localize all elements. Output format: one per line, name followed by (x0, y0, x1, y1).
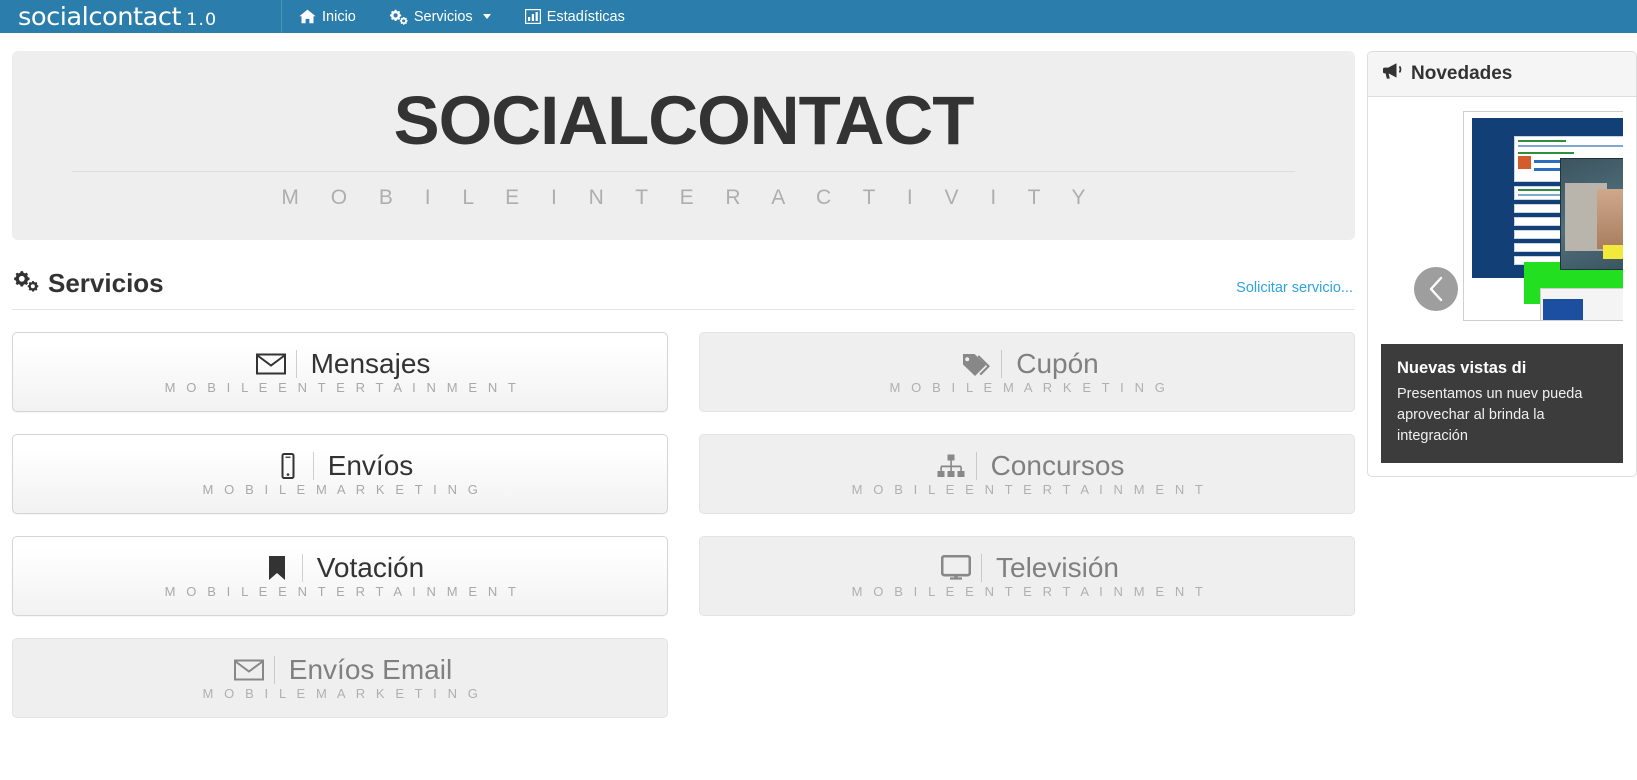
service-card-concursos-label: Concursos (990, 449, 1125, 481)
service-card-divider (295, 349, 297, 378)
nav-item-servicios[interactable]: Servicios (373, 0, 508, 33)
main-content: SOCIALCONTACT M O B I L E I N T E R A C … (0, 33, 1367, 719)
thumbnail-portrait (1597, 189, 1623, 249)
service-card-envios-email-main: Envíos Email (228, 653, 453, 685)
service-card-concursos-category: M O B I L E E N T E R T A I N M E N T (851, 481, 1207, 497)
thumbnail-avatar (1518, 156, 1531, 169)
service-card-votacion-category: M O B I L E E N T E R T A I N M E N T (164, 583, 520, 599)
nav-links: Inicio Servicios Estadísticas (282, 0, 642, 33)
service-card-cupon-main: Cupón (955, 347, 1099, 379)
service-card-concursos[interactable]: Concursos M O B I L E E N T E R T A I N … (699, 434, 1355, 515)
service-card-divider (273, 655, 275, 684)
envelope-icon (228, 659, 270, 681)
sitemap-icon (930, 454, 972, 478)
service-card-divider (975, 451, 977, 480)
service-card-envios-email-category: M O B I L E M A R K E T I N G (202, 685, 482, 701)
sidebar: Novedades Nuevas vistas di Presentamos u… (1367, 33, 1637, 477)
service-card-concursos-main: Concursos (930, 449, 1125, 481)
service-card-divider (312, 451, 314, 480)
service-card-envios-email[interactable]: Envíos Email M O B I L E M A R K E T I N… (12, 638, 668, 719)
service-card-envios-category: M O B I L E M A R K E T I N G (202, 481, 482, 497)
service-card-cupon-label: Cupón (1016, 347, 1099, 379)
page-body: SOCIALCONTACT M O B I L E I N T E R A C … (0, 33, 1637, 719)
news-carousel (1381, 108, 1623, 330)
services-heading-label: Servicios (48, 268, 164, 299)
tags-icon (955, 352, 997, 376)
thumbnail-lower-panel (1540, 288, 1623, 320)
hero-divider (72, 171, 1295, 173)
thumbnail-text-line (1518, 140, 1566, 142)
service-card-television-label: Televisión (996, 551, 1119, 583)
thumbnail-text-line (1518, 145, 1623, 147)
novedades-panel-header: Novedades (1368, 52, 1636, 97)
gears-icon (389, 9, 408, 25)
page-title: SOCIALCONTACT (393, 82, 975, 159)
request-service-link[interactable]: Solicitar servicio... (1236, 280, 1353, 296)
brand-version: 1.0 (186, 10, 218, 30)
service-card-television[interactable]: Televisión M O B I L E E N T E R T A I N… (699, 536, 1355, 617)
service-card-television-main: Televisión (935, 551, 1119, 583)
hero-jumbotron: SOCIALCONTACT M O B I L E I N T E R A C … (12, 51, 1355, 241)
service-card-mensajes-label: Mensajes (310, 347, 431, 379)
chevron-left-icon (1429, 276, 1442, 302)
service-card-envios-label: Envíos (327, 449, 414, 481)
news-item[interactable]: Nuevas vistas di Presentamos un nuev pue… (1381, 344, 1623, 463)
service-card-cupon-category: M O B I L E M A R K E T I N G (889, 379, 1169, 395)
thumbnail-lower-bar (1543, 299, 1583, 320)
thumbnail-text-line (1518, 189, 1562, 191)
desktop-icon (935, 555, 977, 581)
nav-item-inicio[interactable]: Inicio (282, 0, 373, 33)
envelope-icon (250, 353, 292, 375)
services-section-header: Servicios Solicitar servicio... (12, 268, 1355, 311)
service-card-divider (981, 553, 983, 582)
services-heading: Servicios (14, 268, 164, 299)
bullhorn-icon (1382, 62, 1403, 86)
service-card-divider (301, 553, 303, 582)
service-card-votacion[interactable]: Votación M O B I L E E N T E R T A I N M… (12, 536, 668, 617)
news-item-title: Nuevas vistas di (1397, 359, 1527, 377)
carousel-prev-button[interactable] (1414, 267, 1458, 311)
nav-item-estadisticas-label: Estadísticas (546, 8, 625, 25)
nav-item-estadisticas[interactable]: Estadísticas (508, 0, 642, 33)
service-card-television-category: M O B I L E E N T E R T A I N M E N T (851, 583, 1207, 599)
bar-chart-icon (524, 9, 541, 24)
services-grid: Mensajes M O B I L E E N T E R T A I N M… (12, 332, 1355, 719)
thumbnail-text-line (1518, 152, 1574, 154)
service-card-votacion-main: Votación (256, 551, 425, 583)
nav-item-inicio-label: Inicio (322, 8, 356, 25)
bookmark-icon (256, 555, 298, 581)
top-navbar: socialcontact 1.0 Inicio Servicios Estad… (0, 0, 1637, 33)
service-card-mensajes-category: M O B I L E E N T E R T A I N M E N T (164, 379, 520, 395)
service-card-cupon[interactable]: Cupón M O B I L E M A R K E T I N G (699, 332, 1355, 413)
service-card-envios-main: Envíos (267, 449, 414, 481)
services-column-left: Mensajes M O B I L E E N T E R T A I N M… (12, 332, 668, 719)
hero-subtitle: M O B I L E I N T E R A C T I V I T Y (281, 186, 1099, 210)
news-carousel-image (1463, 111, 1623, 321)
home-icon (299, 9, 316, 24)
thumbnail-photo (1560, 158, 1623, 270)
gears-icon (14, 268, 39, 299)
service-card-mensajes[interactable]: Mensajes M O B I L E E N T E R T A I N M… (12, 332, 668, 413)
novedades-panel: Novedades Nuevas vistas di Presentamos u… (1367, 51, 1637, 477)
service-card-mensajes-main: Mensajes (250, 347, 431, 379)
news-item-body: Presentamos un nuev pueda aprovechar al … (1397, 385, 1583, 444)
thumbnail-highlight (1603, 245, 1623, 259)
novedades-panel-title: Novedades (1411, 63, 1513, 84)
services-column-right: Cupón M O B I L E M A R K E T I N G Conc… (699, 332, 1355, 718)
brand-logo[interactable]: socialcontact 1.0 (0, 0, 282, 33)
mobile-icon (267, 452, 309, 479)
service-card-votacion-label: Votación (316, 551, 425, 583)
brand-logo-text: socialcontact 1.0 (18, 2, 218, 31)
service-card-divider (1001, 349, 1003, 378)
chevron-down-icon (482, 14, 491, 19)
service-card-envios-email-label: Envíos Email (288, 653, 453, 685)
novedades-panel-body: Nuevas vistas di Presentamos un nuev pue… (1368, 97, 1636, 476)
nav-item-servicios-label: Servicios (413, 8, 473, 25)
service-card-envios[interactable]: Envíos M O B I L E M A R K E T I N G (12, 434, 668, 515)
